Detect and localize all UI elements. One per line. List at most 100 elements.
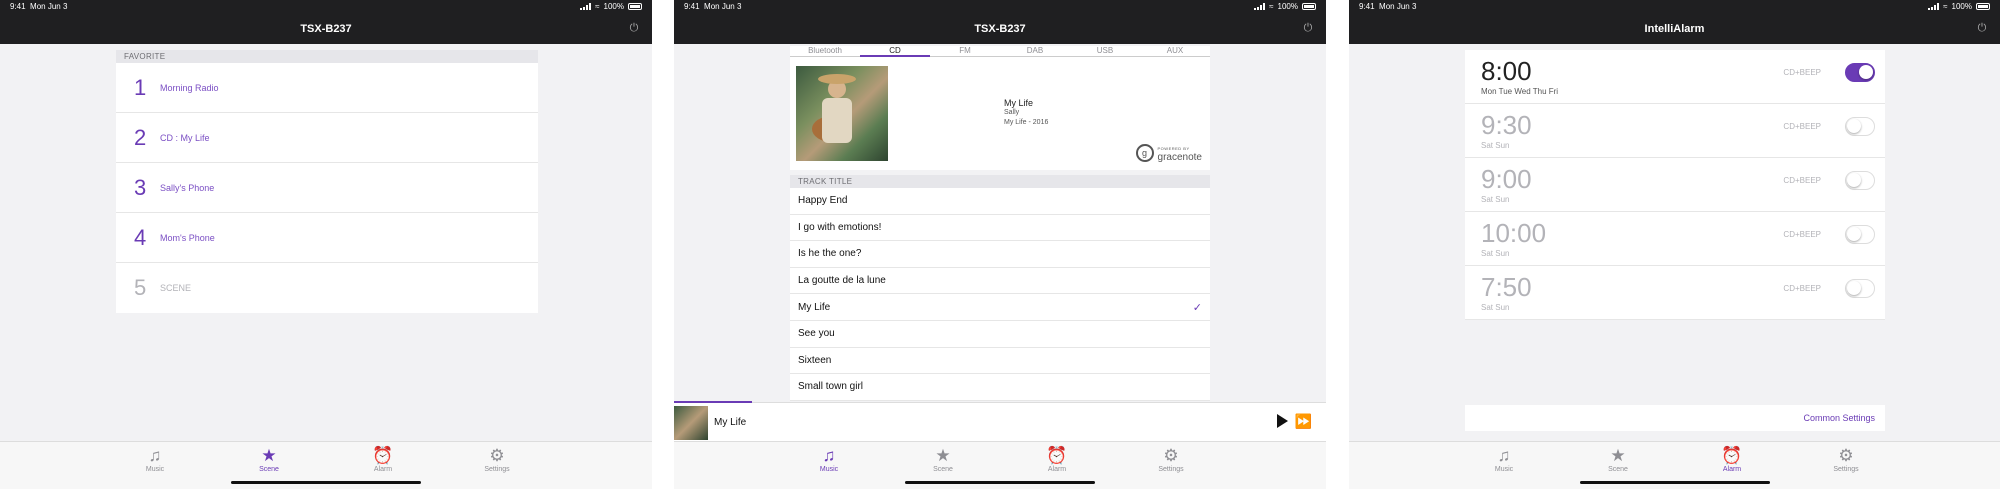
page-title: TSX-B237 <box>300 23 352 35</box>
favorite-number: 2 <box>134 124 147 150</box>
alarm-toggle[interactable] <box>1845 171 1875 190</box>
track-item-selected[interactable]: My Life ✓ <box>790 294 1210 321</box>
tab-music[interactable]: ♫ Music <box>1464 446 1544 473</box>
tab-alarm[interactable]: ⏰ Alarm <box>1692 446 1772 473</box>
alarm-toggle[interactable] <box>1845 63 1875 82</box>
alarm-days: Mon Tue Wed Thu Fri <box>1481 87 1559 96</box>
music-note-icon: ♫ <box>148 446 162 465</box>
alarm-item[interactable]: 7:50 Sat Sun CD+BEEP <box>1465 266 1885 320</box>
track-item[interactable]: La goutte de la lune <box>790 268 1210 295</box>
tab-scene[interactable]: ★ Scene <box>229 446 309 473</box>
tab-scene[interactable]: ★ Scene <box>903 446 983 473</box>
track-item[interactable]: Small town girl <box>790 374 1210 401</box>
common-settings-link[interactable]: Common Settings <box>1803 413 1875 423</box>
favorite-label: Mom's Phone <box>160 232 215 243</box>
favorite-number: 4 <box>134 224 147 250</box>
album-title: My Life <box>1004 98 1034 108</box>
tab-alarm[interactable]: ⏰ Alarm <box>343 446 423 473</box>
nav-bar: IntelliAlarm ⏻ <box>1349 14 2000 44</box>
alarm-toggle[interactable] <box>1845 279 1875 298</box>
tab-settings[interactable]: ⚙ Settings <box>1131 446 1211 473</box>
alarm-source: CD+BEEP <box>1783 68 1821 77</box>
power-icon[interactable]: ⏻ <box>1302 22 1314 34</box>
home-indicator[interactable] <box>231 481 421 484</box>
gracenote-logo: g POWERED BY gracenote <box>1135 144 1202 163</box>
favorite-item[interactable]: 2 CD : My Life <box>116 113 538 163</box>
track-item[interactable]: Is he the one? <box>790 241 1210 268</box>
tab-music[interactable]: ♫ Music <box>789 446 869 473</box>
alarm-item[interactable]: 9:30 Sat Sun CD+BEEP <box>1465 104 1885 158</box>
battery-percent: 100% <box>603 2 624 11</box>
tab-source-usb[interactable]: USB <box>1070 46 1140 57</box>
gracenote-icon: g <box>1135 144 1154 162</box>
track-item[interactable]: Happy End <box>790 188 1210 215</box>
album-info: My Life Sally My Life - 2016 g POWERED B… <box>790 57 1210 170</box>
gear-icon: ⚙ <box>1163 446 1179 465</box>
favorite-item[interactable]: 3 Sally's Phone <box>116 163 538 213</box>
tab-scene[interactable]: ★ Scene <box>1578 446 1658 473</box>
alarm-clock-icon: ⏰ <box>1046 446 1068 465</box>
alarm-days: Sat Sun <box>1481 303 1510 312</box>
checkmark-icon: ✓ <box>1192 302 1202 315</box>
page-title: IntelliAlarm <box>1644 23 1705 35</box>
favorite-list: 1 Morning Radio 2 CD : My Life 3 Sally's… <box>116 63 538 313</box>
home-indicator[interactable] <box>1579 481 1770 484</box>
alarm-source: CD+BEEP <box>1783 122 1821 131</box>
alarm-item[interactable]: 9:00 Sat Sun CD+BEEP <box>1465 158 1885 212</box>
tab-alarm[interactable]: ⏰ Alarm <box>1017 446 1097 473</box>
album-art <box>796 66 888 161</box>
power-icon[interactable]: ⏻ <box>1976 22 1988 34</box>
battery-icon <box>1976 3 1990 10</box>
alarm-source: CD+BEEP <box>1783 230 1821 239</box>
album-artist: Sally <box>1004 109 1020 116</box>
tab-source-bluetooth[interactable]: Bluetooth <box>790 46 860 57</box>
favorite-item[interactable]: 5 SCENE <box>116 263 538 313</box>
tab-source-fm[interactable]: FM <box>930 46 1000 57</box>
alarm-days: Sat Sun <box>1481 141 1510 150</box>
tab-settings[interactable]: ⚙ Settings <box>457 446 537 473</box>
favorite-item[interactable]: 1 Morning Radio <box>116 63 538 113</box>
track-item[interactable]: Sixteen <box>790 348 1210 375</box>
alarm-time: 9:00 <box>1481 164 1532 194</box>
tab-source-aux[interactable]: AUX <box>1140 46 1210 57</box>
tab-source-dab[interactable]: DAB <box>1000 46 1070 57</box>
section-header: TRACK TITLE <box>790 175 1210 188</box>
alarm-item[interactable]: 10:00 Sat Sun CD+BEEP <box>1465 212 1885 266</box>
favorite-item[interactable]: 4 Mom's Phone <box>116 213 538 263</box>
alarm-source: CD+BEEP <box>1783 176 1821 185</box>
track-item[interactable]: See you <box>790 321 1210 348</box>
alarm-clock-icon: ⏰ <box>1721 446 1743 465</box>
play-icon[interactable] <box>1277 414 1288 428</box>
music-note-icon: ♫ <box>822 446 836 465</box>
favorite-number: 1 <box>134 74 147 100</box>
home-indicator[interactable] <box>905 481 1095 484</box>
alarm-item[interactable]: 8:00 Mon Tue Wed Thu Fri CD+BEEP <box>1465 50 1885 104</box>
fast-forward-icon[interactable]: ⏩ <box>1295 413 1312 430</box>
mini-player[interactable]: My Life ⏩ <box>674 401 1326 441</box>
alarm-time: 7:50 <box>1481 272 1532 302</box>
wifi-icon: ≈ <box>595 2 600 11</box>
star-icon: ★ <box>935 446 951 465</box>
page-title: TSX-B237 <box>974 23 1026 35</box>
tab-music[interactable]: ♫ Music <box>115 446 195 473</box>
tab-settings[interactable]: ⚙ Settings <box>1806 446 1886 473</box>
alarm-source: CD+BEEP <box>1783 284 1821 293</box>
now-playing-title: My Life <box>714 417 747 428</box>
tab-bar: ♫ Music ★ Scene ⏰ Alarm ⚙ Settings <box>0 441 652 489</box>
status-system: ≈ 100% <box>1928 2 1990 11</box>
section-header: FAVORITE <box>116 50 538 63</box>
status-time: 9:41 Mon Jun 3 <box>10 2 68 11</box>
favorite-label: Morning Radio <box>160 82 219 93</box>
signal-icon <box>580 3 592 10</box>
track-item[interactable]: I go with emotions! <box>790 215 1210 242</box>
tab-source-cd[interactable]: CD <box>860 46 930 57</box>
battery-icon <box>628 3 642 10</box>
alarm-toggle[interactable] <box>1845 225 1875 244</box>
favorite-label: Sally's Phone <box>160 182 215 193</box>
alarm-toggle[interactable] <box>1845 117 1875 136</box>
scene-screen: 9:41 Mon Jun 3 ≈ 100% TSX-B237 ⏻ FAVORIT… <box>0 0 652 489</box>
common-settings-bar: Common Settings <box>1465 405 1885 431</box>
alarm-days: Sat Sun <box>1481 195 1510 204</box>
power-icon[interactable]: ⏻ <box>628 22 640 34</box>
nav-bar: TSX-B237 ⏻ <box>674 14 1326 44</box>
